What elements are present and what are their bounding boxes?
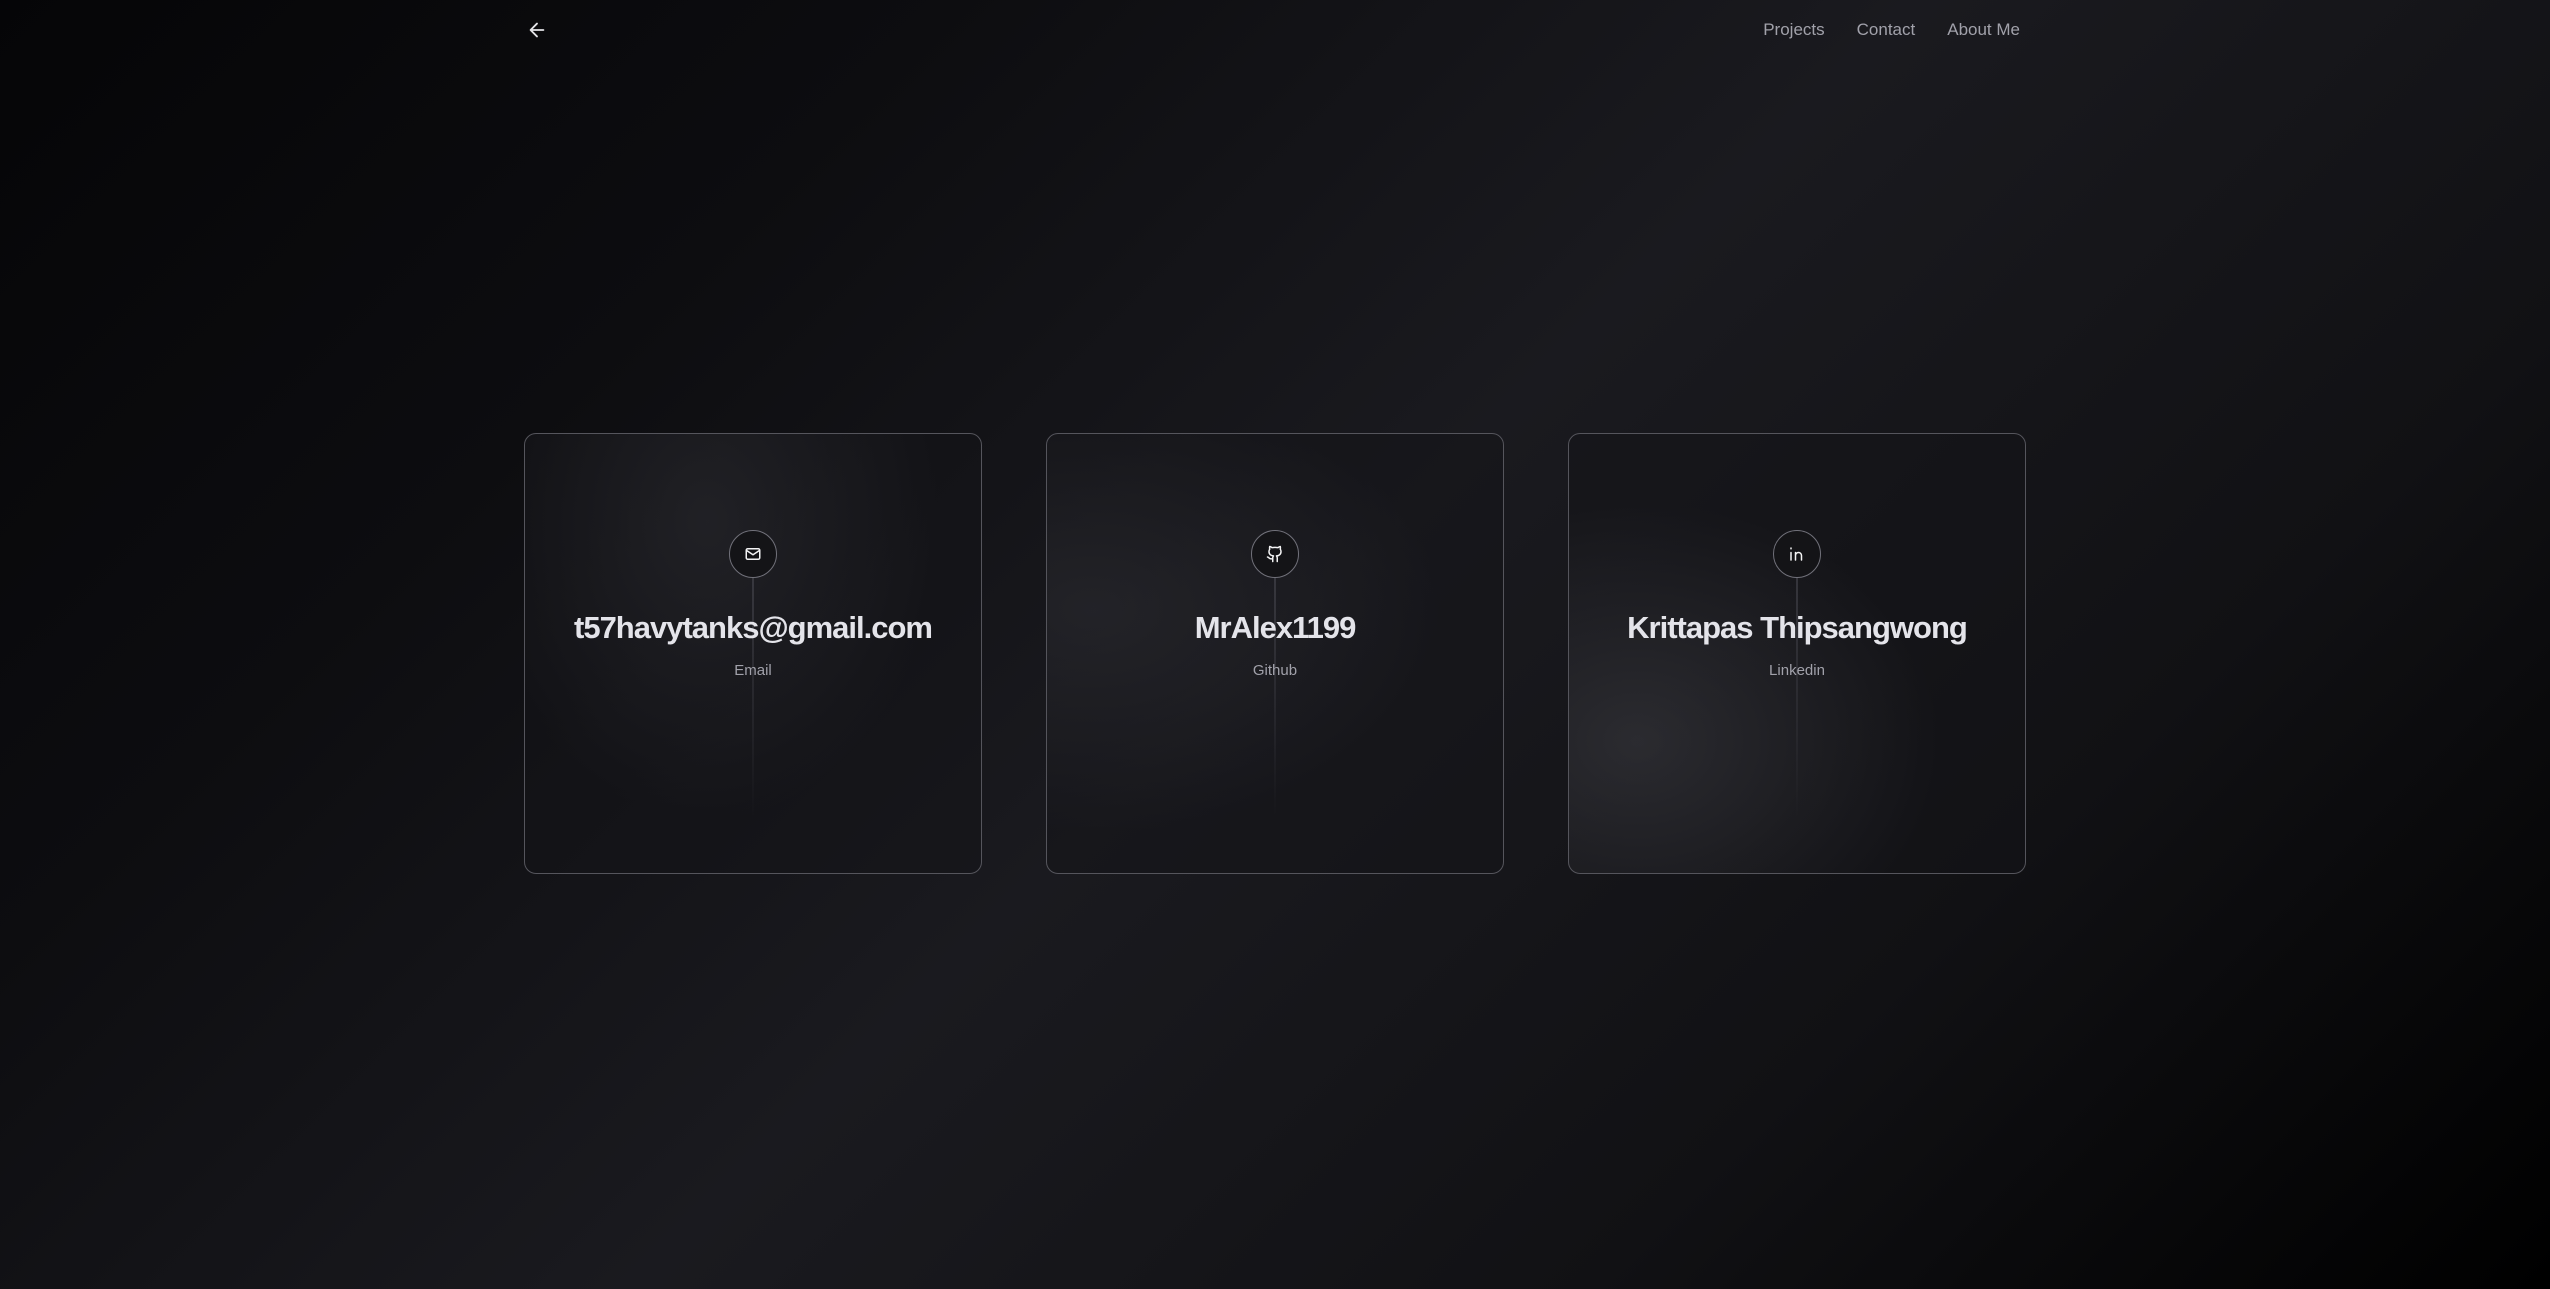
linkedin-icon	[1773, 530, 1821, 578]
card-label: Github	[1252, 662, 1298, 679]
card-title: t57havytanks@gmail.com	[574, 610, 933, 645]
card-label: Email	[734, 662, 772, 679]
github-card[interactable]: MrAlex1199 Github	[1046, 433, 1504, 874]
github-icon	[1251, 530, 1299, 578]
contact-cards: t57havytanks@gmail.com Email MrAlex1199 …	[524, 433, 2026, 874]
nav-about-me[interactable]: About Me	[1947, 18, 2020, 42]
back-button[interactable]	[522, 14, 552, 46]
email-card[interactable]: t57havytanks@gmail.com Email	[524, 433, 982, 874]
arrow-left-icon	[529, 22, 545, 38]
card-label: Linkedin	[1769, 662, 1825, 679]
card-title: Krittapas Thipsangwong	[1627, 610, 1968, 645]
card-title: MrAlex1199	[1194, 610, 1357, 645]
nav-contact[interactable]: Contact	[1857, 18, 1916, 42]
nav-projects[interactable]: Projects	[1763, 18, 1824, 42]
mail-icon	[729, 530, 777, 578]
top-nav: Projects Contact About Me	[1763, 18, 2020, 42]
linkedin-card[interactable]: Krittapas Thipsangwong Linkedin	[1568, 433, 2026, 874]
